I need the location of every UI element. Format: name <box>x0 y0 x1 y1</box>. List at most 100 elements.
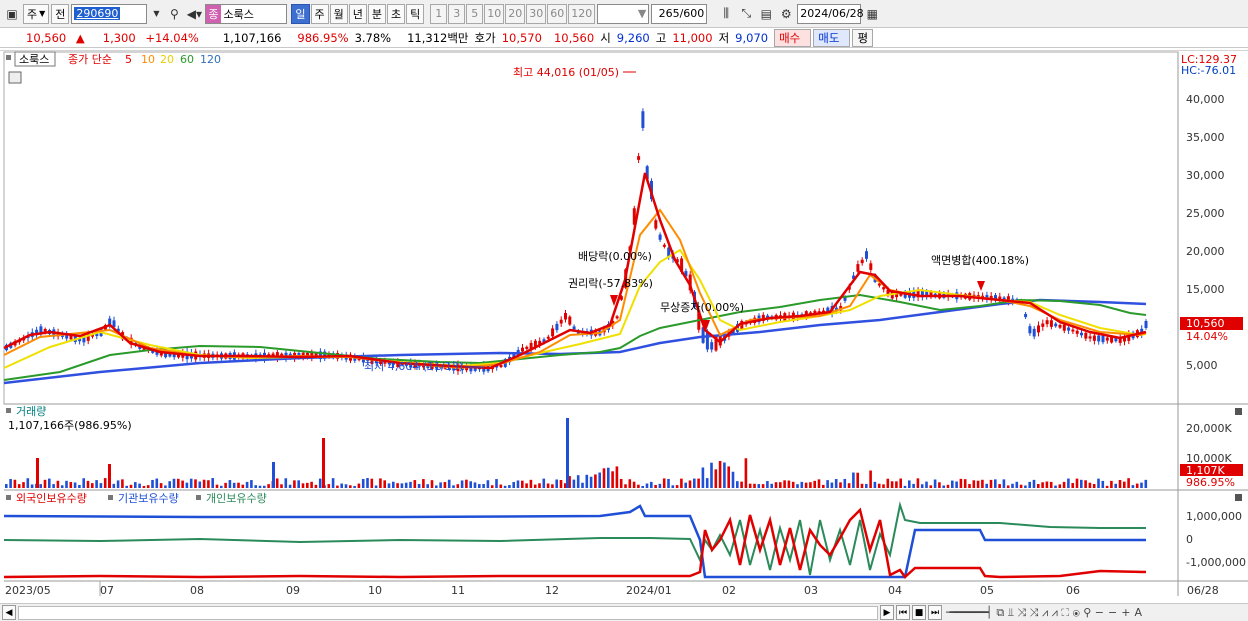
speaker-icon[interactable]: ◀▾ <box>185 4 203 24</box>
volume-bar <box>473 482 477 488</box>
volume-bar <box>297 480 300 488</box>
first-page-button[interactable]: ⏮ <box>896 605 910 620</box>
volume-bar <box>538 483 541 488</box>
volume-bar <box>929 485 933 488</box>
volume-bar <box>611 471 614 488</box>
volume-bar <box>809 482 812 488</box>
volume-bar <box>460 480 464 488</box>
interval-20-button[interactable]: 20 <box>505 3 526 24</box>
candle <box>1101 335 1105 343</box>
scroll-right-button[interactable]: ▶ <box>880 605 894 620</box>
current-rate-tag: 14.04% <box>1186 330 1228 343</box>
gear-icon[interactable]: ⚙ <box>777 4 795 24</box>
buy-button[interactable]: 매수 <box>774 28 812 47</box>
open-price: 9,260 <box>616 30 650 45</box>
count-input[interactable]: 265/600 <box>651 3 708 24</box>
volume-bar <box>503 485 507 488</box>
interval-30-button[interactable]: 30 <box>526 3 547 24</box>
prev-button[interactable]: 전 <box>51 3 70 24</box>
interval-3-button[interactable]: 3 <box>448 3 466 24</box>
date-input[interactable]: 2024/06/28 <box>797 3 864 24</box>
volume-bar <box>1037 484 1040 488</box>
volume-bar <box>701 467 705 488</box>
buy-label: 매수 <box>779 30 801 45</box>
candle <box>882 287 886 290</box>
interval-5-button[interactable]: 5 <box>466 3 484 24</box>
volume-bar <box>516 480 520 488</box>
volume-bar <box>684 482 687 488</box>
calendar-icon[interactable]: ▦ <box>863 4 881 24</box>
x-tick-04: 04 <box>888 584 902 597</box>
volume-bar <box>662 478 666 488</box>
volume-bar <box>224 482 227 488</box>
market-select[interactable]: 주 ▼ <box>23 3 50 24</box>
period-month-button[interactable]: 월 <box>329 3 348 24</box>
custom-interval-input[interactable]: ▼ <box>597 3 650 24</box>
interval-1-button[interactable]: 1 <box>430 3 448 24</box>
chevron-down-icon[interactable]: ▼ <box>149 5 163 23</box>
period-minute-button[interactable]: 분 <box>367 3 387 24</box>
volume-bars <box>5 418 1148 488</box>
last-page-button[interactable]: ⏭ <box>928 605 942 620</box>
volume-bar <box>619 478 623 488</box>
close-icon[interactable] <box>1235 494 1242 501</box>
line-tool-icon[interactable]: ⤡ <box>737 4 755 24</box>
candle <box>1092 335 1096 341</box>
x-tick-06: 06 <box>1066 584 1080 597</box>
horizontal-scrollbar[interactable] <box>18 605 878 620</box>
volume-bar <box>637 484 640 488</box>
volume-bar <box>873 481 877 488</box>
zoom-slider[interactable]: ╼━━━━━┥ <box>946 606 992 619</box>
period-second-button[interactable]: 초 <box>387 3 406 24</box>
volume-bar <box>942 485 945 488</box>
candle <box>615 316 619 319</box>
volume-bar <box>1080 479 1083 488</box>
period-year-button[interactable]: 년 <box>348 3 367 24</box>
table-icon[interactable] <box>8 71 22 84</box>
close-icon[interactable] <box>1235 408 1242 415</box>
volume-bar <box>396 483 399 488</box>
volume-bar <box>615 466 619 488</box>
candle <box>1032 328 1036 337</box>
scroll-left-button[interactable]: ◀ <box>2 605 16 620</box>
save-icon[interactable]: ▤ <box>757 4 775 24</box>
candle <box>1024 313 1028 318</box>
period-week-button[interactable]: 주 <box>310 3 329 24</box>
candle <box>1049 320 1053 327</box>
drawing-tools-icon[interactable]: ⧉ ⫫ ⤨ ⤨ ⩘ ⩘ ⛶ ⦿ ⚲ − <box>996 606 1104 620</box>
candle <box>865 251 868 259</box>
volume-bar <box>774 482 778 488</box>
period-tick-button[interactable]: 틱 <box>406 3 425 24</box>
search-icon[interactable]: ⚲ <box>165 4 183 24</box>
volume-bar <box>925 481 928 488</box>
interval-60-button[interactable]: 60 <box>547 3 568 24</box>
volume-bar <box>202 479 206 488</box>
interval-10-button[interactable]: 10 <box>484 3 505 24</box>
volume-bar <box>413 480 417 488</box>
candle-type-icon[interactable]: ⫼ <box>717 4 735 24</box>
stock-code-input[interactable]: 290690 <box>71 3 148 24</box>
candle <box>1067 327 1071 331</box>
volume-bar <box>1058 484 1062 488</box>
stock-name-field[interactable]: 종 소룩스 <box>205 3 288 24</box>
volume-bar <box>78 484 81 488</box>
sell-button[interactable]: 매도 <box>813 28 851 47</box>
period-day-button[interactable]: 일 <box>291 3 310 24</box>
volume-bar <box>533 484 537 488</box>
volume-bar <box>890 481 894 488</box>
volume-bar <box>52 484 55 488</box>
stock-chart[interactable]: 소룩스 종가 단순 5 10 20 60 120 LC:129.37 HC:-7… <box>0 50 1248 606</box>
stop-button[interactable]: ■ <box>912 605 926 620</box>
window-icon[interactable]: ▣ <box>3 4 21 24</box>
zoom-out-icon[interactable]: − <box>1108 606 1117 619</box>
font-size-icon[interactable]: A <box>1134 606 1142 619</box>
zoom-in-icon[interactable]: + <box>1121 606 1130 619</box>
stock-name: 소룩스 <box>223 7 254 21</box>
high-annotation: 최고 44,016 (01/05) <box>513 66 619 79</box>
x-tick-2023-05: 2023/05 <box>5 584 51 597</box>
volume-bar <box>490 485 494 488</box>
interval-120-button[interactable]: 120 <box>568 3 596 24</box>
eval-button[interactable]: 평 <box>852 28 874 47</box>
volume-bar <box>1062 481 1066 488</box>
volume-bar <box>1101 480 1105 488</box>
